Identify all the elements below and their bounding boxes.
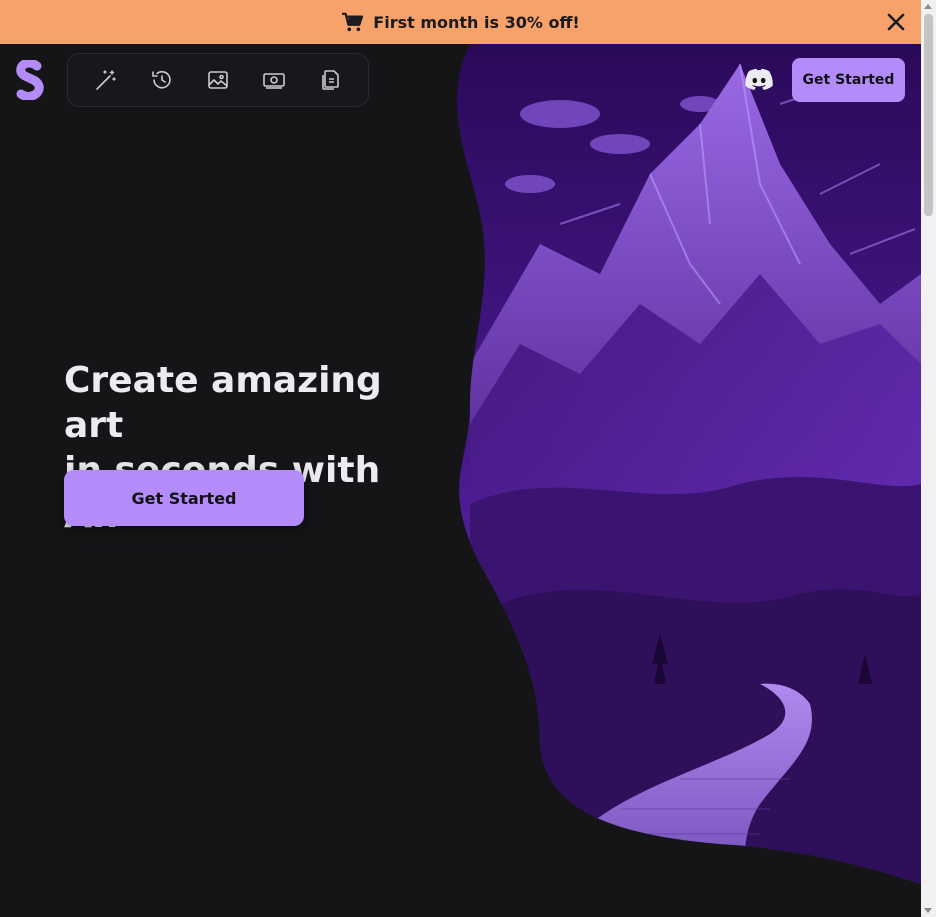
page-scrollbar[interactable] (921, 0, 936, 917)
scroll-thumb[interactable] (924, 14, 933, 216)
scroll-down-arrow-icon[interactable] (924, 908, 932, 913)
image-icon[interactable] (198, 60, 238, 100)
scroll-up-arrow-icon[interactable] (924, 4, 932, 9)
discord-icon[interactable] (744, 66, 774, 92)
documents-icon[interactable] (310, 60, 350, 100)
brand-logo[interactable] (15, 60, 45, 100)
history-icon[interactable] (142, 60, 182, 100)
promo-banner: First month is 30% off! (0, 0, 921, 44)
promo-text: First month is 30% off! (373, 12, 580, 32)
tool-nav (67, 53, 369, 107)
hero-get-started-button[interactable]: Get Started (64, 470, 304, 526)
headline-line-1: Create amazing art (64, 360, 382, 446)
cart-icon (342, 12, 364, 32)
money-icon[interactable] (254, 60, 294, 100)
magic-wand-icon[interactable] (86, 60, 126, 100)
header-get-started-button[interactable]: Get Started (792, 58, 905, 102)
close-icon[interactable] (885, 11, 907, 33)
